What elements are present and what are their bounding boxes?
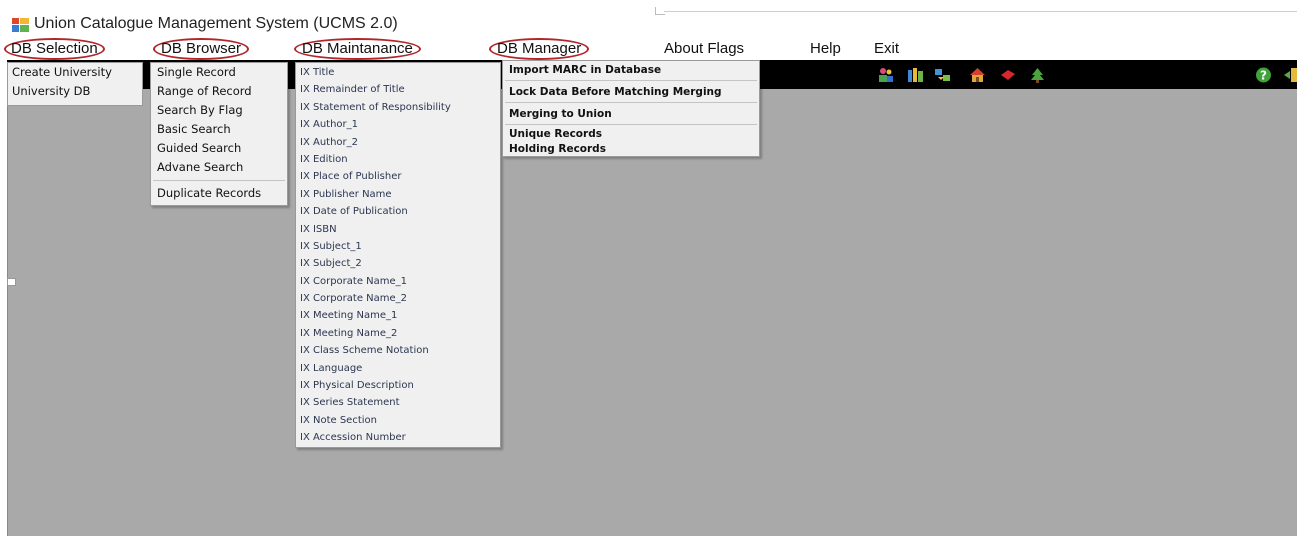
- menu-item-advane-search[interactable]: Advane Search: [151, 158, 287, 177]
- menu-help[interactable]: Help: [810, 38, 841, 60]
- house-icon[interactable]: [969, 67, 986, 83]
- menu-db-browser[interactable]: DB Browser: [153, 38, 250, 60]
- menu-item-ix-subject-2[interactable]: IX Subject_2: [296, 255, 500, 272]
- db-manager-dropdown: Import MARC in Database Lock Data Before…: [502, 60, 760, 157]
- menu-item-university-db[interactable]: University DB: [8, 82, 142, 101]
- menu-bar: DB Selection DB Browser DB Maintanance D…: [4, 38, 1297, 60]
- tree-icon[interactable]: [1029, 67, 1046, 83]
- menu-item-ix-accession-number[interactable]: IX Accession Number: [296, 429, 500, 446]
- menu-item-ix-subject-1[interactable]: IX Subject_1: [296, 238, 500, 255]
- red-book-icon[interactable]: [999, 67, 1016, 83]
- menu-separator: [505, 124, 757, 125]
- menu-item-duplicate-records[interactable]: Duplicate Records: [151, 184, 287, 203]
- menu-item-search-by-flag[interactable]: Search By Flag: [151, 101, 287, 120]
- menu-item-import-marc[interactable]: Import MARC in Database: [503, 61, 759, 79]
- menu-item-ix-date-of-publication[interactable]: IX Date of Publication: [296, 203, 500, 220]
- window-title: Union Catalogue Management System (UCMS …: [34, 15, 398, 32]
- menu-item-unique-records[interactable]: Unique Records: [503, 127, 759, 142]
- menu-item-ix-physical-description[interactable]: IX Physical Description: [296, 377, 500, 394]
- menu-item-ix-class-scheme-notation[interactable]: IX Class Scheme Notation: [296, 342, 500, 359]
- menu-item-ix-series-statement[interactable]: IX Series Statement: [296, 394, 500, 411]
- db-browser-dropdown: Single Record Range of Record Search By …: [150, 62, 288, 206]
- menu-item-ix-language[interactable]: IX Language: [296, 360, 500, 377]
- menu-item-ix-edition[interactable]: IX Edition: [296, 151, 500, 168]
- menu-item-guided-search[interactable]: Guided Search: [151, 139, 287, 158]
- menu-db-manager[interactable]: DB Manager: [489, 38, 590, 60]
- menu-about-flags[interactable]: About Flags: [664, 38, 744, 60]
- help-icon[interactable]: ?: [1255, 67, 1272, 83]
- menu-item-holding-records[interactable]: Holding Records: [503, 142, 759, 157]
- menu-item-ix-author-2[interactable]: IX Author_2: [296, 134, 500, 151]
- menu-item-merging-to-union[interactable]: Merging to Union: [503, 105, 759, 123]
- menu-item-ix-note-section[interactable]: IX Note Section: [296, 412, 500, 429]
- menu-db-selection[interactable]: DB Selection: [4, 38, 105, 60]
- menu-item-basic-search[interactable]: Basic Search: [151, 120, 287, 139]
- menu-item-create-university[interactable]: Create University: [8, 63, 142, 82]
- menu-item-ix-author-1[interactable]: IX Author_1: [296, 116, 500, 133]
- menu-item-single-record[interactable]: Single Record: [151, 63, 287, 82]
- app-icon: [12, 18, 29, 32]
- books-icon[interactable]: [907, 67, 924, 83]
- menu-item-ix-meeting-name-1[interactable]: IX Meeting Name_1: [296, 307, 500, 324]
- menu-item-ix-corporate-name-2[interactable]: IX Corporate Name_2: [296, 290, 500, 307]
- menu-item-ix-remainder-of-title[interactable]: IX Remainder of Title: [296, 81, 500, 98]
- menu-separator: [505, 102, 757, 103]
- menu-db-maintanance[interactable]: DB Maintanance: [294, 38, 421, 60]
- menu-item-ix-meeting-name-2[interactable]: IX Meeting Name_2: [296, 325, 500, 342]
- menu-item-ix-corporate-name-1[interactable]: IX Corporate Name_1: [296, 273, 500, 290]
- menu-item-ix-isbn[interactable]: IX ISBN: [296, 221, 500, 238]
- db-selection-dropdown: Create University University DB: [7, 62, 143, 106]
- menu-separator: [153, 180, 285, 181]
- menu-item-ix-place-of-publisher[interactable]: IX Place of Publisher: [296, 168, 500, 185]
- menu-item-ix-publisher-name[interactable]: IX Publisher Name: [296, 186, 500, 203]
- db-maintanance-dropdown: IX Title IX Remainder of Title IX Statem…: [295, 62, 501, 448]
- menu-item-lock-data[interactable]: Lock Data Before Matching Merging: [503, 83, 759, 101]
- svg-text:?: ?: [1260, 69, 1267, 83]
- menu-item-ix-title[interactable]: IX Title: [296, 64, 500, 81]
- transfer-icon[interactable]: [934, 67, 951, 83]
- top-border-line: [664, 11, 1297, 12]
- users-icon[interactable]: [877, 67, 894, 83]
- menu-exit[interactable]: Exit: [874, 38, 899, 60]
- menu-item-range-of-record[interactable]: Range of Record: [151, 82, 287, 101]
- exit-door-icon[interactable]: [1283, 67, 1297, 83]
- resize-handle[interactable]: [7, 278, 16, 286]
- menu-separator: [505, 80, 757, 81]
- menu-item-ix-statement-of-responsibility[interactable]: IX Statement of Responsibility: [296, 99, 500, 116]
